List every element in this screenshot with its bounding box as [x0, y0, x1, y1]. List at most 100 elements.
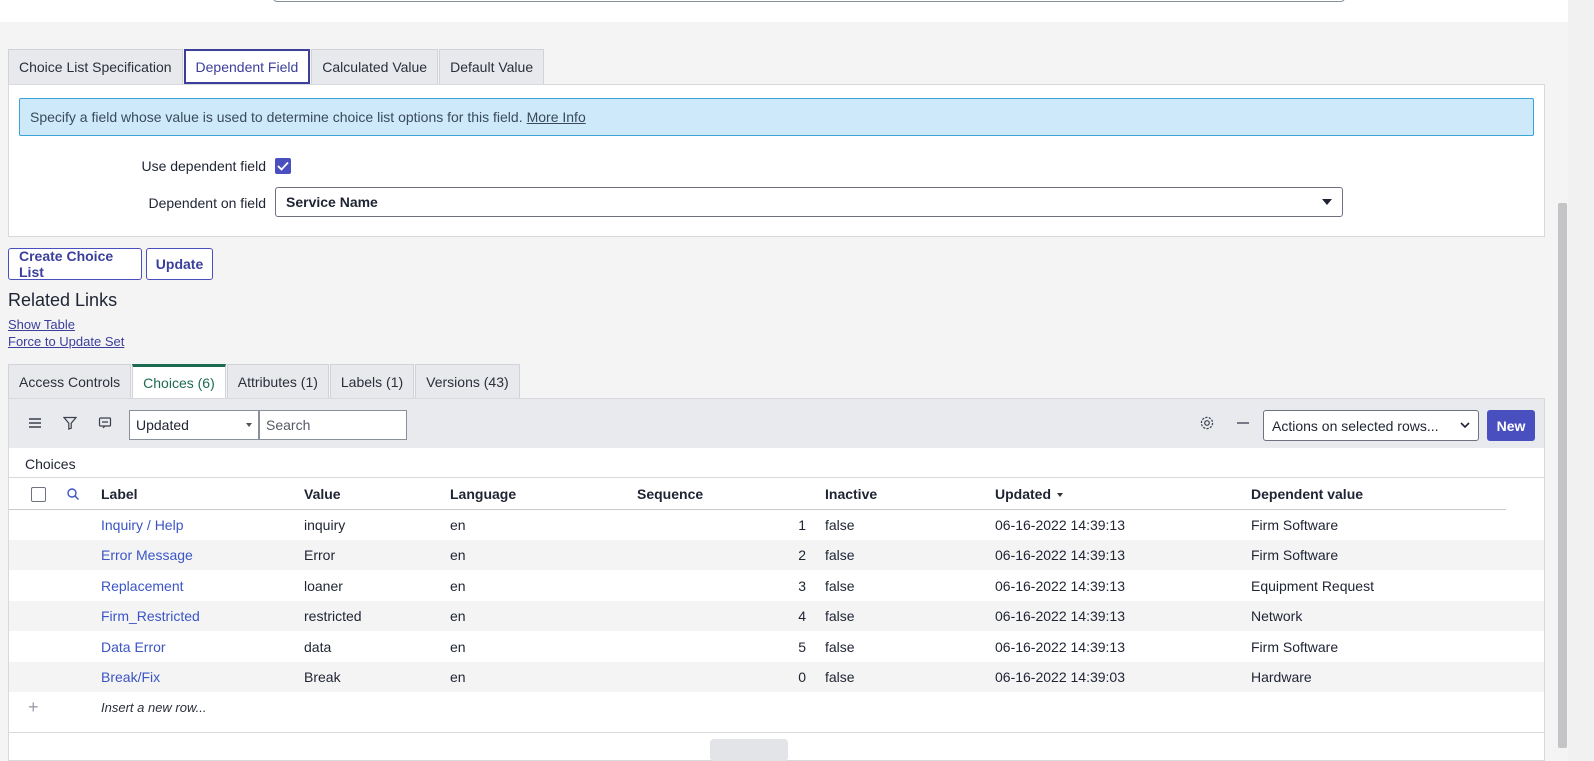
column-header-inactive[interactable]: Inactive: [825, 486, 877, 502]
cell-updated: 06-16-2022 14:39:13: [995, 547, 1125, 564]
create-choice-list-button[interactable]: Create Choice List: [8, 248, 142, 280]
cell-language: en: [450, 547, 466, 564]
use-dependent-field-checkbox[interactable]: [275, 158, 291, 174]
choices-list-panel: Updated Actions on selected rows... New …: [8, 398, 1545, 761]
tab-choices[interactable]: Choices (6): [132, 364, 226, 399]
cell-updated: 06-16-2022 14:39:13: [995, 638, 1125, 655]
force-to-update-set-link[interactable]: Force to Update Set: [8, 334, 124, 349]
cell-label[interactable]: Break/Fix: [101, 669, 160, 685]
cell-inactive: false: [825, 577, 855, 594]
new-button[interactable]: New: [1487, 410, 1535, 441]
cell-value: Break: [304, 669, 341, 685]
cell-value: loaner: [304, 577, 343, 594]
dependent-on-field-select[interactable]: Service Name: [275, 187, 1343, 217]
column-header-updated-label: Updated: [995, 486, 1051, 502]
related-links-title: Related Links: [8, 290, 118, 310]
filter-icon[interactable]: [62, 415, 78, 431]
table-row[interactable]: Inquiry / Help inquiry en 1 false 06-16-2022 …: [9, 510, 1544, 540]
cell-dependent-value: Equipment Request: [1251, 577, 1374, 594]
collapse-icon[interactable]: [1235, 415, 1251, 431]
scrollbar-track[interactable]: [1568, 0, 1594, 761]
dependent-on-field-label: Dependent on field: [148, 195, 266, 211]
cell-language: en: [450, 669, 466, 685]
divider: [9, 477, 1544, 478]
chevron-down-icon: [1460, 422, 1470, 429]
cell-dependent-value: Hardware: [1251, 669, 1312, 685]
table-row[interactable]: Error Message Error en 2 false 06-16-2022 14:…: [9, 540, 1544, 571]
sort-descending-icon: [1057, 493, 1063, 498]
form-section-tabs: Choice List Specification Dependent Fiel…: [8, 49, 545, 84]
pagination-control[interactable]: [710, 739, 788, 761]
column-header-language[interactable]: Language: [450, 486, 516, 502]
filter-field-value: Updated: [136, 417, 189, 433]
cell-dependent-value: Firm Software: [1251, 547, 1339, 564]
cell-inactive: false: [825, 638, 855, 655]
cell-updated: 06-16-2022 14:39:03: [995, 669, 1125, 685]
hamburger-menu-icon[interactable]: [27, 415, 43, 431]
table-row[interactable]: Break/Fix Break en 0 false 06-16-2022 14:39:0…: [9, 662, 1544, 692]
column-header-label[interactable]: Label: [101, 486, 138, 502]
table-row[interactable]: Data Error data en 5 false 06-16-2022 14:39:1…: [9, 632, 1544, 662]
show-table-link[interactable]: Show Table: [8, 317, 75, 332]
filter-field-select[interactable]: Updated: [129, 410, 259, 440]
insert-new-row-text: Insert a new row...: [101, 700, 207, 715]
cell-sequence: 1: [798, 517, 806, 533]
tab-calculated-value[interactable]: Calculated Value: [311, 49, 439, 84]
table-row[interactable]: Replacement loaner en 3 false 06-16-2022 14:3…: [9, 571, 1544, 601]
cell-label[interactable]: Inquiry / Help: [101, 517, 183, 533]
column-header-sequence[interactable]: Sequence: [637, 486, 703, 502]
cell-sequence: 5: [798, 638, 806, 655]
cell-sequence: 2: [798, 547, 806, 564]
column-header-dependent-value[interactable]: Dependent value: [1251, 486, 1363, 502]
plus-icon: +: [28, 697, 39, 717]
cell-updated: 06-16-2022 14:39:13: [995, 577, 1125, 594]
cell-label[interactable]: Error Message: [101, 547, 193, 563]
related-list-tabs: Access Controls Choices (6) Attributes (…: [8, 364, 521, 399]
gear-icon[interactable]: [1199, 415, 1215, 431]
cell-label[interactable]: Data Error: [101, 639, 166, 655]
cell-value: data: [304, 638, 332, 655]
cell-dependent-value: Firm Software: [1251, 517, 1339, 533]
cell-inactive: false: [825, 517, 855, 533]
tab-versions[interactable]: Versions (43): [415, 364, 520, 399]
select-all-checkbox[interactable]: [31, 487, 46, 502]
top-field-edge[interactable]: [273, 0, 1345, 2]
column-header-value[interactable]: Value: [304, 486, 341, 502]
cell-label[interactable]: Replacement: [101, 578, 184, 594]
scrollbar-thumb[interactable]: [1558, 203, 1567, 748]
tab-access-controls[interactable]: Access Controls: [8, 364, 132, 399]
checkmark-icon: [277, 161, 289, 171]
column-header-updated[interactable]: Updated: [995, 486, 1063, 502]
tab-dependent-field[interactable]: Dependent Field: [183, 49, 311, 84]
cell-updated: 06-16-2022 14:39:13: [995, 517, 1125, 533]
top-form-strip: [0, 0, 1568, 22]
cell-language: en: [450, 517, 466, 533]
insert-row[interactable]: + Insert a new row...: [9, 692, 1544, 723]
search-input[interactable]: [259, 410, 407, 440]
tab-labels[interactable]: Labels (1): [329, 364, 415, 399]
search-icon[interactable]: [65, 486, 81, 502]
update-button[interactable]: Update: [146, 248, 213, 280]
cell-sequence: 0: [798, 669, 806, 685]
cell-inactive: false: [825, 547, 855, 564]
list-toolbar: Updated Actions on selected rows... New: [9, 399, 1544, 448]
tab-attributes[interactable]: Attributes (1): [226, 364, 329, 399]
chevron-down-icon: [246, 423, 252, 427]
chevron-down-icon: [1322, 199, 1332, 205]
cell-inactive: false: [825, 608, 855, 625]
cell-language: en: [450, 577, 466, 594]
more-info-link[interactable]: More Info: [527, 109, 586, 125]
cell-sequence: 3: [798, 577, 806, 594]
cell-value: inquiry: [304, 517, 346, 533]
cell-inactive: false: [825, 669, 855, 685]
actions-select[interactable]: Actions on selected rows...: [1263, 410, 1479, 441]
cell-language: en: [450, 608, 466, 625]
tab-choice-list-specification[interactable]: Choice List Specification: [8, 49, 183, 84]
actions-select-value: Actions on selected rows...: [1272, 417, 1439, 434]
cell-value: Error: [304, 547, 336, 564]
cell-label[interactable]: Firm_Restricted: [101, 608, 200, 624]
tab-default-value[interactable]: Default Value: [439, 49, 545, 84]
group-by-icon[interactable]: [97, 415, 113, 431]
dependent-on-field-value: Service Name: [286, 194, 378, 210]
table-row[interactable]: Firm_Restricted restricted en 4 false 06-16-2…: [9, 601, 1544, 632]
